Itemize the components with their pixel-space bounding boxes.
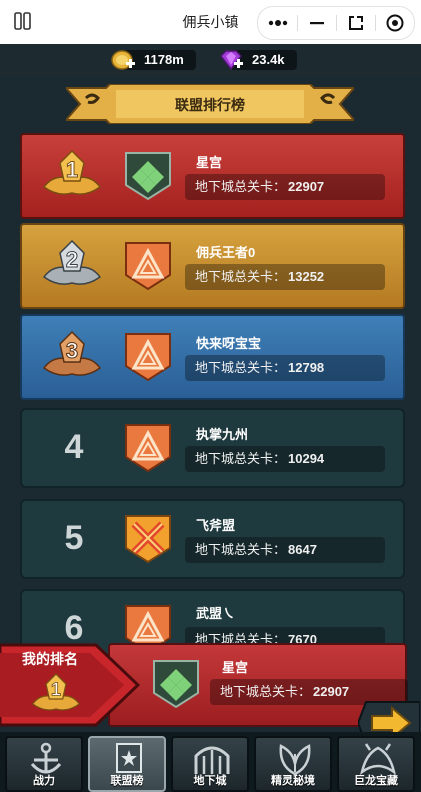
gold-coin-icon xyxy=(111,50,135,70)
dungeon-stat: 地下城总关卡： 13252 xyxy=(185,264,385,290)
tab-label: 联盟榜 xyxy=(110,775,144,787)
svg-text:3: 3 xyxy=(66,338,78,363)
orange-triangle-emblem-icon xyxy=(125,424,171,473)
rank-number: 5 xyxy=(64,519,84,557)
banner-icon xyxy=(116,743,142,773)
leaf-icon xyxy=(279,744,311,776)
dungeon-stat: 地下城总关卡： 8647 xyxy=(185,537,385,563)
ranking-row-3[interactable]: 3 快来呀宝宝 地下城总关卡： 12798 xyxy=(20,314,405,400)
tab-dragon-treasure[interactable]: 巨龙宝藏 xyxy=(337,736,415,792)
dungeon-stat: 地下城总关卡： 22907 xyxy=(185,174,385,200)
stat-value: 22907 xyxy=(288,179,325,194)
bronze-medal-icon: 3 xyxy=(42,330,102,376)
gem-counter[interactable]: 23.4k xyxy=(218,48,297,72)
stat-label: 地下城总关卡： xyxy=(195,360,287,375)
ranking-row-5[interactable]: 5 飞斧盟 地下城总关卡： 8647 xyxy=(20,499,405,579)
close-icon[interactable] xyxy=(375,7,414,39)
svg-text:1: 1 xyxy=(66,157,78,182)
alliance-name: 执掌九州 xyxy=(196,427,249,442)
orange-triangle-emblem-icon xyxy=(125,242,171,291)
orange-triangle-emblem-icon xyxy=(125,333,171,382)
stat-label: 地下城总关卡： xyxy=(195,179,287,194)
tab-label: 巨龙宝藏 xyxy=(354,775,398,787)
float-window-icon[interactable] xyxy=(336,7,375,39)
stat-value: 22907 xyxy=(313,684,350,699)
tab-label: 战力 xyxy=(33,775,55,787)
gold-medal-icon: 1 xyxy=(31,673,81,711)
svg-text:1: 1 xyxy=(51,679,61,700)
my-rank-label: 我的排名 xyxy=(22,651,78,667)
tab-spirit-realm[interactable]: 精灵秘境 xyxy=(254,736,332,792)
more-icon[interactable] xyxy=(258,7,297,39)
minimize-icon[interactable] xyxy=(297,7,336,39)
stat-label: 地下城总关卡： xyxy=(195,269,287,284)
anchor-icon xyxy=(30,742,62,774)
svg-text:2: 2 xyxy=(66,247,78,272)
stat-value: 12798 xyxy=(288,360,325,375)
bottom-tab-bar: 战力 联盟榜 地下城 精灵秘境 巨龙宝藏 xyxy=(0,732,421,792)
my-alliance-name: 星宫 xyxy=(222,660,249,675)
crossed-axes-emblem-icon xyxy=(125,515,171,564)
silver-medal-icon: 2 xyxy=(42,239,102,285)
stat-label: 地下城总关卡： xyxy=(195,542,287,557)
purple-gem-icon xyxy=(220,50,243,71)
dungeon-stat: 地下城总关卡： 12798 xyxy=(185,355,385,381)
ranking-row-2[interactable]: 2 佣兵王者0 地下城总关卡： 13252 xyxy=(20,223,405,309)
tab-alliance-ranking[interactable]: 联盟榜 xyxy=(88,736,166,792)
stat-value: 8647 xyxy=(288,542,317,557)
dungeon-stat: 地下城总关卡： 10294 xyxy=(185,446,385,472)
dragon-icon xyxy=(360,743,396,776)
mini-program-capsule xyxy=(257,6,415,40)
rank-number: 4 xyxy=(64,428,84,466)
gold-medal-icon: 1 xyxy=(42,149,102,195)
stat-value: 10294 xyxy=(288,451,325,466)
tab-label: 精灵秘境 xyxy=(271,775,315,787)
gold-counter[interactable]: 1178m xyxy=(110,48,196,72)
stat-value: 13252 xyxy=(288,269,325,284)
currency-bar: 1178m 23.4k xyxy=(0,44,421,76)
system-bar: 佣兵小镇 xyxy=(0,0,421,44)
tab-dungeon[interactable]: 地下城 xyxy=(171,736,249,792)
tab-label: 地下城 xyxy=(193,775,227,787)
green-diamond-emblem-icon xyxy=(125,152,171,201)
ranking-row-1[interactable]: 1 星宫 地下城总关卡： 22907 xyxy=(20,133,405,219)
stat-label: 地下城总关卡： xyxy=(220,684,312,699)
alliance-name: 飞斧盟 xyxy=(196,518,236,533)
alliance-name: 快来呀宝宝 xyxy=(196,336,262,351)
alliance-name: 星宫 xyxy=(196,155,223,170)
alliance-name: 佣兵王者0 xyxy=(196,245,256,260)
gate-icon xyxy=(194,746,230,774)
ranking-row-4[interactable]: 4 执掌九州 地下城总关卡： 10294 xyxy=(20,408,405,488)
tab-power[interactable]: 战力 xyxy=(5,736,83,792)
stat-label: 地下城总关卡： xyxy=(195,451,287,466)
banner-title: 联盟排行榜 xyxy=(175,97,245,113)
alliance-name: 武盟㇏ xyxy=(196,606,236,621)
green-diamond-emblem-icon xyxy=(153,660,199,709)
leaderboard-banner: 联盟排行榜 xyxy=(63,83,357,125)
